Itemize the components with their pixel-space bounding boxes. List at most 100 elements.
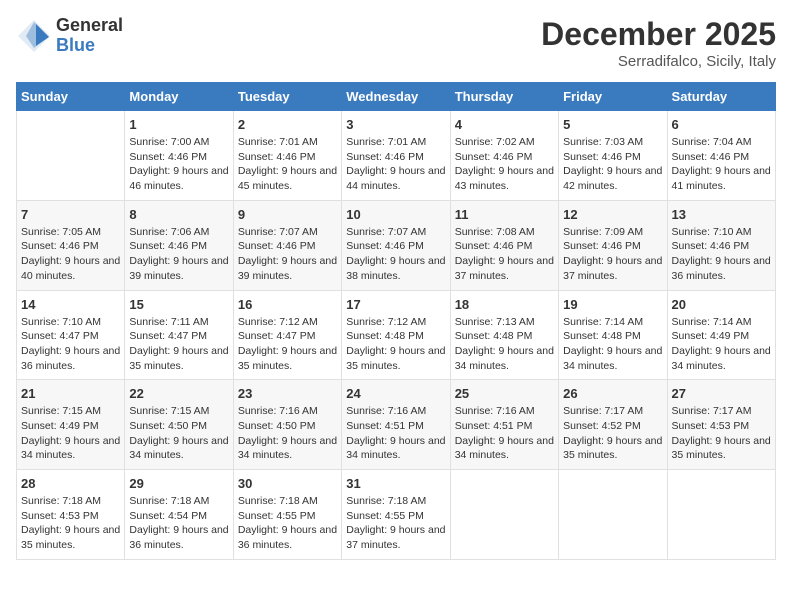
cell-content: Sunrise: 7:17 AMSunset: 4:52 PMDaylight:… — [563, 404, 662, 463]
logo-icon — [16, 18, 52, 54]
day-number: 31 — [346, 476, 445, 491]
cell-content: Sunrise: 7:09 AMSunset: 4:46 PMDaylight:… — [563, 225, 662, 284]
calendar-cell — [667, 470, 775, 560]
cell-content: Sunrise: 7:18 AMSunset: 4:54 PMDaylight:… — [129, 494, 228, 553]
header-friday: Friday — [559, 83, 667, 111]
calendar-cell: 22 Sunrise: 7:15 AMSunset: 4:50 PMDayligh… — [125, 380, 233, 470]
day-number: 18 — [455, 297, 554, 312]
day-number: 24 — [346, 386, 445, 401]
calendar-cell: 2 Sunrise: 7:01 AMSunset: 4:46 PMDaylight… — [233, 111, 341, 201]
calendar-cell: 24Sunrise: 7:16 AMSunset: 4:51 PMDayligh… — [342, 380, 450, 470]
cell-content: Sunrise: 7:06 AMSunset: 4:46 PMDaylight:… — [129, 225, 228, 284]
calendar-cell: 4Sunrise: 7:02 AMSunset: 4:46 PMDaylight… — [450, 111, 558, 201]
calendar-cell: 8 Sunrise: 7:06 AMSunset: 4:46 PMDaylight… — [125, 200, 233, 290]
cell-content: Sunrise: 7:11 AMSunset: 4:47 PMDaylight:… — [129, 315, 228, 374]
cell-content: Sunrise: 7:17 AMSunset: 4:53 PMDaylight:… — [672, 404, 771, 463]
calendar-cell: 6 Sunrise: 7:04 AMSunset: 4:46 PMDaylight… — [667, 111, 775, 201]
day-number: 26 — [563, 386, 662, 401]
cell-content: Sunrise: 7:16 AMSunset: 4:51 PMDaylight:… — [455, 404, 554, 463]
cell-content: Sunrise: 7:18 AMSunset: 4:55 PMDaylight:… — [346, 494, 445, 553]
header-tuesday: Tuesday — [233, 83, 341, 111]
day-number: 2 — [238, 117, 337, 132]
cell-content: Sunrise: 7:12 AMSunset: 4:48 PMDaylight:… — [346, 315, 445, 374]
calendar-cell: 10 Sunrise: 7:07 AMSunset: 4:46 PMDayligh… — [342, 200, 450, 290]
calendar-week-5: 28Sunrise: 7:18 AMSunset: 4:53 PMDayligh… — [17, 470, 776, 560]
day-number: 1 — [129, 117, 228, 132]
cell-content: Sunrise: 7:08 AMSunset: 4:46 PMDaylight:… — [455, 225, 554, 284]
header-saturday: Saturday — [667, 83, 775, 111]
calendar-table: SundayMondayTuesdayWednesdayThursdayFrid… — [16, 82, 776, 560]
location: Serradifalco, Sicily, Italy — [541, 53, 776, 70]
calendar-cell: 20Sunrise: 7:14 AMSunset: 4:49 PMDayligh… — [667, 290, 775, 380]
day-number: 21 — [21, 386, 120, 401]
calendar-cell: 11 Sunrise: 7:08 AMSunset: 4:46 PMDayligh… — [450, 200, 558, 290]
logo-blue: Blue — [56, 36, 123, 56]
day-number: 12 — [563, 207, 662, 222]
calendar-cell: 3Sunrise: 7:01 AMSunset: 4:46 PMDaylight… — [342, 111, 450, 201]
page-header: General Blue December 2025 Serradifalco,… — [16, 16, 776, 70]
day-number: 23 — [238, 386, 337, 401]
calendar-cell: 7Sunrise: 7:05 AMSunset: 4:46 PMDaylight… — [17, 200, 125, 290]
day-number: 6 — [672, 117, 771, 132]
cell-content: Sunrise: 7:03 AMSunset: 4:46 PMDaylight:… — [563, 135, 662, 194]
day-number: 16 — [238, 297, 337, 312]
day-number: 19 — [563, 297, 662, 312]
logo-general: General — [56, 16, 123, 36]
cell-content: Sunrise: 7:07 AMSunset: 4:46 PMDaylight:… — [238, 225, 337, 284]
header-monday: Monday — [125, 83, 233, 111]
day-number: 11 — [455, 207, 554, 222]
cell-content: Sunrise: 7:00 AMSunset: 4:46 PMDaylight:… — [129, 135, 228, 194]
day-number: 17 — [346, 297, 445, 312]
cell-content: Sunrise: 7:10 AMSunset: 4:46 PMDaylight:… — [672, 225, 771, 284]
cell-content: Sunrise: 7:02 AMSunset: 4:46 PMDaylight:… — [455, 135, 554, 194]
cell-content: Sunrise: 7:18 AMSunset: 4:55 PMDaylight:… — [238, 494, 337, 553]
calendar-cell: 31 Sunrise: 7:18 AMSunset: 4:55 PMDayligh… — [342, 470, 450, 560]
calendar-cell: 27 Sunrise: 7:17 AMSunset: 4:53 PMDayligh… — [667, 380, 775, 470]
calendar-cell: 16 Sunrise: 7:12 AMSunset: 4:47 PMDayligh… — [233, 290, 341, 380]
cell-content: Sunrise: 7:15 AMSunset: 4:50 PMDaylight:… — [129, 404, 228, 463]
day-number: 22 — [129, 386, 228, 401]
day-number: 10 — [346, 207, 445, 222]
day-number: 27 — [672, 386, 771, 401]
header-thursday: Thursday — [450, 83, 558, 111]
calendar-cell: 28Sunrise: 7:18 AMSunset: 4:53 PMDayligh… — [17, 470, 125, 560]
calendar-cell — [17, 111, 125, 201]
calendar-cell: 21 Sunrise: 7:15 AMSunset: 4:49 PMDayligh… — [17, 380, 125, 470]
logo-text: General Blue — [56, 16, 123, 56]
header-sunday: Sunday — [17, 83, 125, 111]
day-number: 8 — [129, 207, 228, 222]
cell-content: Sunrise: 7:10 AMSunset: 4:47 PMDaylight:… — [21, 315, 120, 374]
cell-content: Sunrise: 7:07 AMSunset: 4:46 PMDaylight:… — [346, 225, 445, 284]
calendar-cell: 15 Sunrise: 7:11 AMSunset: 4:47 PMDayligh… — [125, 290, 233, 380]
calendar-cell: 19Sunrise: 7:14 AMSunset: 4:48 PMDayligh… — [559, 290, 667, 380]
calendar-header-row: SundayMondayTuesdayWednesdayThursdayFrid… — [17, 83, 776, 111]
day-number: 14 — [21, 297, 120, 312]
calendar-cell: 12 Sunrise: 7:09 AMSunset: 4:46 PMDayligh… — [559, 200, 667, 290]
calendar-cell: 14 Sunrise: 7:10 AMSunset: 4:47 PMDayligh… — [17, 290, 125, 380]
cell-content: Sunrise: 7:12 AMSunset: 4:47 PMDaylight:… — [238, 315, 337, 374]
cell-content: Sunrise: 7:13 AMSunset: 4:48 PMDaylight:… — [455, 315, 554, 374]
calendar-cell: 1 Sunrise: 7:00 AMSunset: 4:46 PMDaylight… — [125, 111, 233, 201]
day-number: 5 — [563, 117, 662, 132]
header-wednesday: Wednesday — [342, 83, 450, 111]
title-block: December 2025 Serradifalco, Sicily, Ital… — [541, 16, 776, 70]
day-number: 3 — [346, 117, 445, 132]
cell-content: Sunrise: 7:14 AMSunset: 4:49 PMDaylight:… — [672, 315, 771, 374]
calendar-cell — [450, 470, 558, 560]
calendar-cell: 30Sunrise: 7:18 AMSunset: 4:55 PMDayligh… — [233, 470, 341, 560]
calendar-cell: 23Sunrise: 7:16 AMSunset: 4:50 PMDayligh… — [233, 380, 341, 470]
cell-content: Sunrise: 7:18 AMSunset: 4:53 PMDaylight:… — [21, 494, 120, 553]
day-number: 13 — [672, 207, 771, 222]
calendar-cell: 13 Sunrise: 7:10 AMSunset: 4:46 PMDayligh… — [667, 200, 775, 290]
calendar-cell: 29 Sunrise: 7:18 AMSunset: 4:54 PMDayligh… — [125, 470, 233, 560]
cell-content: Sunrise: 7:04 AMSunset: 4:46 PMDaylight:… — [672, 135, 771, 194]
day-number: 9 — [238, 207, 337, 222]
cell-content: Sunrise: 7:15 AMSunset: 4:49 PMDaylight:… — [21, 404, 120, 463]
calendar-cell: 18 Sunrise: 7:13 AMSunset: 4:48 PMDayligh… — [450, 290, 558, 380]
day-number: 15 — [129, 297, 228, 312]
day-number: 29 — [129, 476, 228, 491]
calendar-cell: 26 Sunrise: 7:17 AMSunset: 4:52 PMDayligh… — [559, 380, 667, 470]
calendar-cell — [559, 470, 667, 560]
calendar-week-3: 14 Sunrise: 7:10 AMSunset: 4:47 PMDayligh… — [17, 290, 776, 380]
cell-content: Sunrise: 7:01 AMSunset: 4:46 PMDaylight:… — [238, 135, 337, 194]
